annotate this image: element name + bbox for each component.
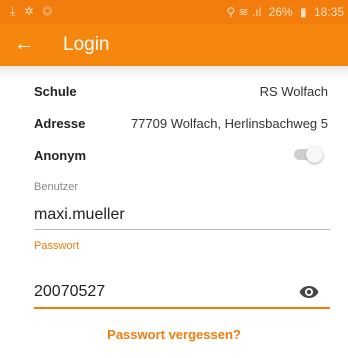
app-bar: ← Login [0, 24, 348, 66]
clock: 18:35 [313, 5, 344, 19]
school-value: RS Wolfach [259, 84, 328, 99]
page-title: Login [63, 34, 110, 55]
password-field[interactable] [34, 283, 284, 301]
password-label: Passwort [34, 240, 80, 252]
status-right-group: ⚲ ≋ .ıl 26% ▮ 18:35 [222, 5, 344, 19]
username-label: Benutzer [34, 181, 79, 193]
anonymous-toggle[interactable] [290, 146, 324, 163]
status-notification-icons: ⤓ ✲ ◎ [10, 4, 56, 18]
battery-percent: 26% [268, 5, 293, 19]
app-bar-shadow [0, 66, 348, 78]
address-label: Adresse [34, 116, 86, 131]
forgot-password-link[interactable]: Passwort vergessen? [0, 327, 348, 342]
address-value: 77709 Wolfach, Herlinsbachweg 5 [130, 116, 328, 131]
back-arrow-icon[interactable]: ← [14, 33, 34, 55]
username-underline [34, 229, 330, 230]
eye-icon[interactable] [299, 285, 319, 299]
username-field[interactable] [34, 206, 324, 224]
school-label: Schule [34, 84, 77, 99]
anonymous-label: Anonym [34, 148, 86, 163]
password-underline [34, 307, 330, 309]
battery-icon: ▮ [300, 5, 307, 19]
signal-icon: ⚲ ≋ .ıl [226, 5, 262, 19]
status-bar: ⤓ ✲ ◎ ⚲ ≋ .ıl 26% ▮ 18:35 [0, 0, 348, 24]
toggle-thumb [306, 146, 323, 163]
